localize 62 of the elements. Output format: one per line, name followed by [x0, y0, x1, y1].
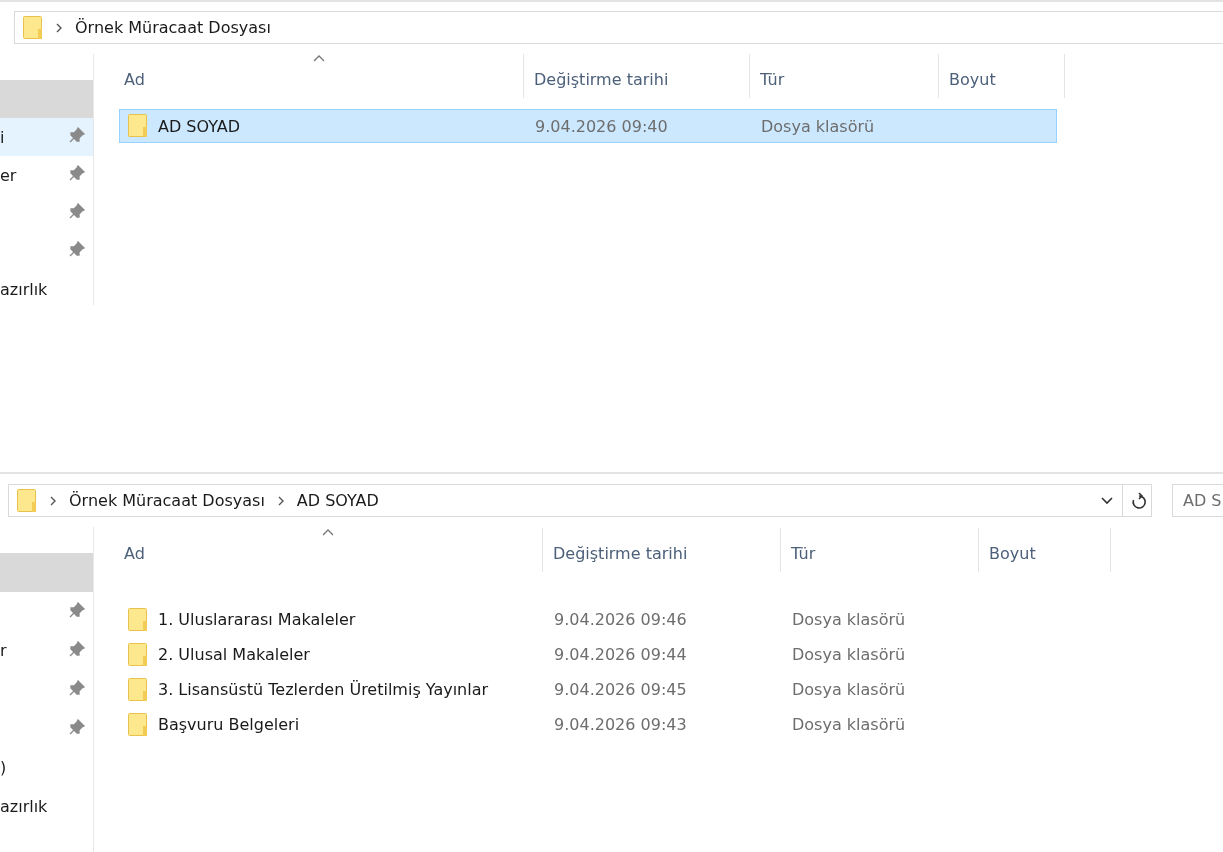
file-type: Dosya klasörü	[791, 610, 907, 629]
chevron-right-icon	[276, 495, 285, 506]
pin-icon[interactable]	[69, 241, 85, 257]
refresh-icon[interactable]	[1131, 491, 1147, 510]
sidebar-item[interactable]: )	[0, 748, 93, 787]
sidebar-item[interactable]: r	[0, 631, 93, 670]
file-name: Başvuru Belgeleri	[158, 715, 300, 734]
folder-icon	[128, 677, 148, 702]
modified-date: 9.04.2026 09:40	[534, 116, 669, 136]
column-header[interactable]: Tür	[781, 528, 979, 572]
file-type: Dosya klasörü	[791, 715, 907, 734]
modified-date: 9.04.2026 09:45	[553, 680, 688, 699]
pin-icon[interactable]	[69, 165, 85, 181]
column-header[interactable]: Ad	[119, 54, 524, 98]
chevron-right-icon	[49, 495, 57, 506]
sort-caret-icon	[312, 55, 325, 63]
breadcrumb-item[interactable]: Örnek Müracaat Dosyası	[75, 18, 271, 37]
sidebar-item[interactable]: azırlık	[0, 787, 93, 826]
sidebar-item[interactable]: azırlık	[0, 270, 93, 305]
file-row[interactable]: AD SOYAD 9.04.2026 09:40 Dosya klasörü	[119, 109, 1057, 143]
folder-icon	[128, 607, 148, 632]
sidebar-item[interactable]: er	[0, 156, 93, 194]
column-header[interactable]: Tür	[750, 54, 939, 98]
file-row[interactable]: 2. Ulusal Makaleler 9.04.2026 09:44 Dosya klasörü	[119, 637, 1103, 672]
pin-icon[interactable]	[69, 601, 85, 618]
folder-icon	[128, 712, 148, 737]
file-row[interactable]: Başvuru Belgeleri 9.04.2026 09:43 Dosya klasörü	[119, 707, 1103, 742]
file-type: Dosya klasörü	[791, 645, 907, 664]
column-header[interactable]: Değiştirme tarihi	[543, 528, 781, 572]
file-name: 2. Ulusal Makaleler	[158, 645, 310, 664]
search-field[interactable]: AD S	[1172, 484, 1223, 517]
folder-icon	[128, 114, 148, 138]
file-name: AD SOYAD	[158, 116, 241, 136]
address-bar[interactable]: Örnek Müracaat Dosyası	[14, 11, 1223, 44]
breadcrumb-item[interactable]: AD SOYAD	[296, 491, 379, 510]
column-header[interactable]: Boyut	[939, 54, 1065, 98]
modified-date: 9.04.2026 09:46	[553, 610, 688, 629]
sidebar-item[interactable]: i	[0, 118, 93, 156]
folder-icon	[23, 15, 43, 40]
file-type: Dosya klasörü	[760, 116, 876, 136]
pin-icon[interactable]	[69, 203, 85, 219]
file-type: Dosya klasörü	[791, 680, 907, 699]
folder-icon	[17, 488, 37, 513]
column-header[interactable]: Ad	[119, 528, 543, 572]
address-bar[interactable]: Örnek Müracaat Dosyası AD SOYAD	[8, 484, 1152, 517]
folder-icon	[128, 642, 148, 667]
pin-icon[interactable]	[69, 679, 85, 696]
modified-date: 9.04.2026 09:44	[553, 645, 688, 664]
column-header[interactable]: Boyut	[979, 528, 1111, 572]
breadcrumb-item[interactable]: Örnek Müracaat Dosyası	[69, 491, 265, 510]
column-header[interactable]: Değiştirme tarihi	[524, 54, 750, 98]
sort-caret-icon	[322, 529, 335, 537]
pin-icon[interactable]	[69, 640, 85, 657]
chevron-right-icon	[55, 22, 63, 33]
pin-icon[interactable]	[69, 127, 85, 143]
file-row[interactable]: 3. Lisansüstü Tezlerden Üretilmiş Yayınlar 9.04.2026 09:45 Dosya klasörü	[119, 672, 1103, 707]
file-row[interactable]: 1. Uluslararası Makaleler 9.04.2026 09:46 Dosya klasörü	[119, 602, 1103, 637]
pin-icon[interactable]	[69, 718, 85, 735]
file-name: 3. Lisansüstü Tezlerden Üretilmiş Yayınlar	[158, 680, 489, 699]
modified-date: 9.04.2026 09:43	[553, 715, 688, 734]
dropdown-icon[interactable]	[1100, 495, 1114, 506]
file-name: 1. Uluslararası Makaleler	[158, 610, 356, 629]
